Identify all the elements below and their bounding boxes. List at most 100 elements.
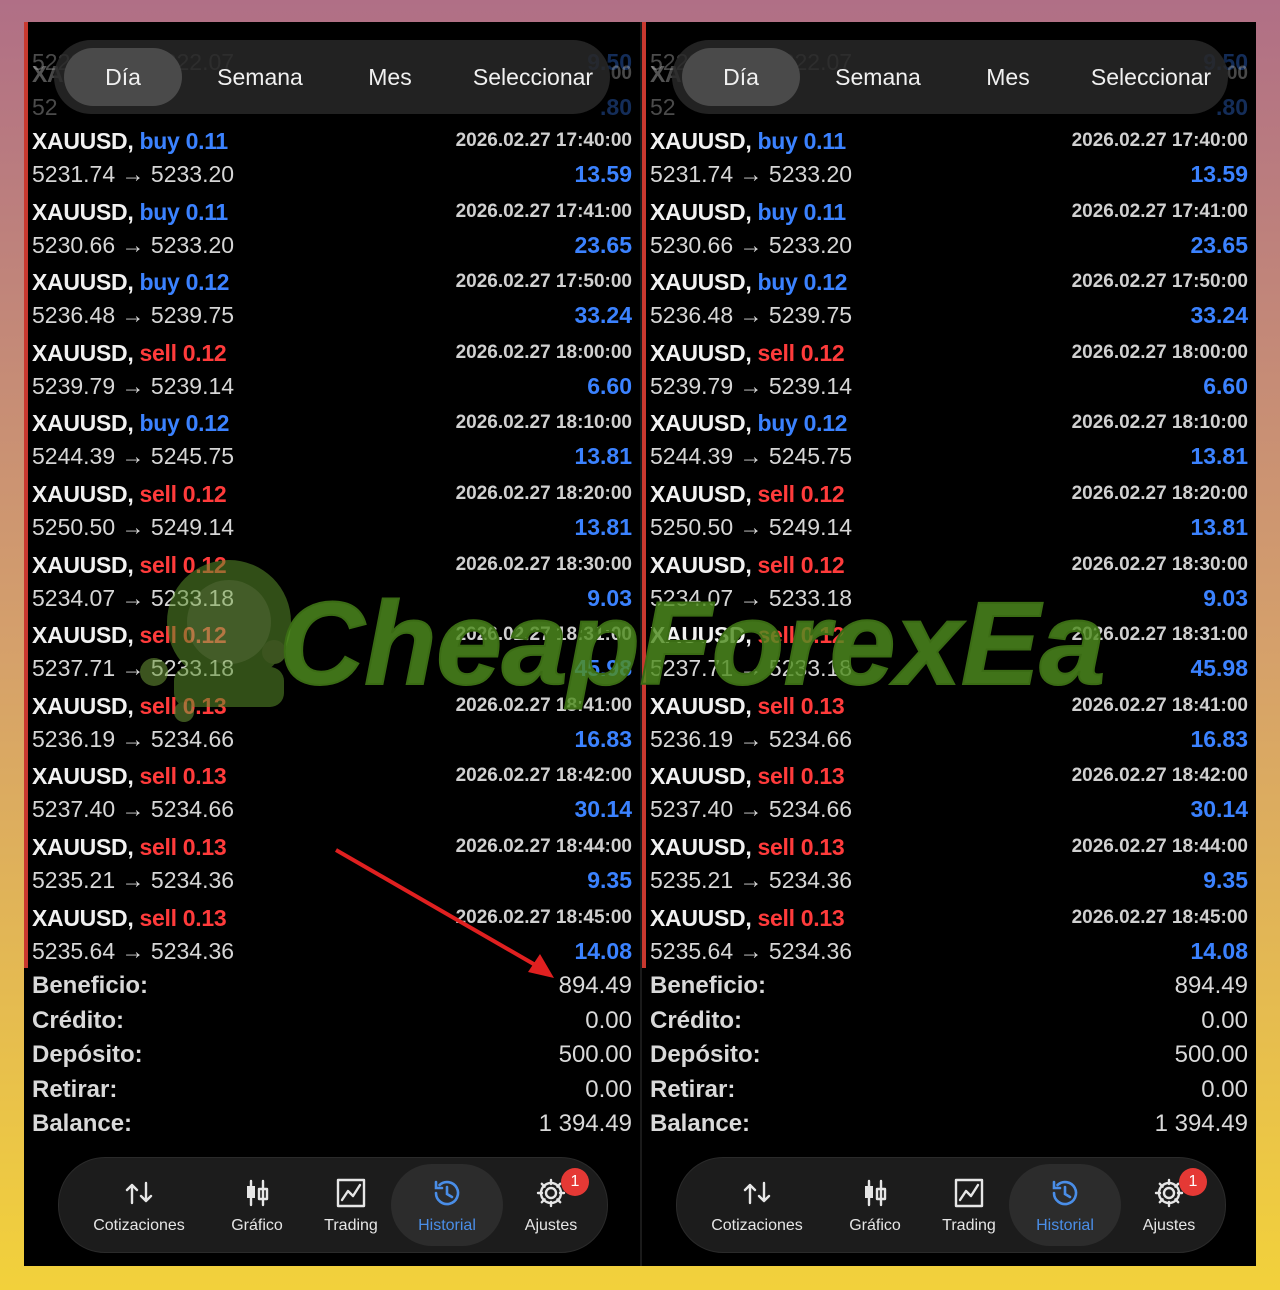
trade-symbol: XAUUSD, buy 0.11 xyxy=(650,198,846,225)
tab-mes[interactable]: Mes xyxy=(968,48,1048,106)
nav-gráfico[interactable]: Gráfico xyxy=(209,1164,305,1246)
trading-line-chart-icon xyxy=(334,1176,368,1210)
trade-profit: 9.03 xyxy=(587,584,632,611)
quotes-arrows-icon xyxy=(122,1176,156,1210)
trade-prices: 5244.39 → 5245.75 xyxy=(650,443,853,470)
tab-mes[interactable]: Mes xyxy=(350,48,430,106)
trade-prices: 5239.79 → 5239.14 xyxy=(650,372,853,399)
trade-profit: 9.35 xyxy=(1203,867,1248,893)
nav-trading[interactable]: Trading xyxy=(925,1164,1013,1246)
trade-time: 00 xyxy=(1226,63,1248,84)
trade-row[interactable]: XAUUSD, buy 0.11 2026.02.27 17:41:00 523… xyxy=(642,195,1256,265)
trade-prices: 5250.50 → 5249.14 xyxy=(650,514,853,540)
nav-ajustes[interactable]: Ajustes 1 xyxy=(1123,1164,1215,1246)
trade-row[interactable]: XAUUSD, sell 0.13 2026.02.27 18:41:00 52… xyxy=(24,689,640,759)
trade-side: sell xyxy=(757,692,795,719)
trade-time: 2026.02.27 18:42:00 xyxy=(455,765,632,787)
trade-profit: 16.83 xyxy=(1190,725,1248,752)
trading-line-chart-icon xyxy=(952,1176,986,1210)
nav-cotizaciones[interactable]: Cotizaciones xyxy=(697,1164,817,1246)
summary-label: Beneficio: xyxy=(32,972,149,999)
summary-row: Depósito: 500.00 xyxy=(642,1041,1256,1075)
nav-gráfico[interactable]: Gráfico xyxy=(827,1164,923,1246)
trade-time: 2026.02.27 18:41:00 xyxy=(1071,694,1248,716)
summary-label: Balance: xyxy=(650,1110,751,1138)
trade-profit: 45.98 xyxy=(574,655,632,682)
trade-volume: 0.13 xyxy=(182,904,227,931)
trade-prices: 5237.40 → 5234.66 xyxy=(650,796,853,823)
trade-volume: 0.12 xyxy=(182,339,227,366)
trade-row[interactable]: XAUUSD, sell 0.12 2026.02.27 18:20:00 52… xyxy=(642,477,1256,547)
trade-volume: 0.13 xyxy=(182,763,227,790)
trade-prices: 5234.07 → 5233.18 xyxy=(650,584,853,611)
notification-badge: 1 xyxy=(561,1168,589,1196)
summary-value: 894.49 xyxy=(558,972,632,999)
trade-prices: 52 xyxy=(650,94,676,120)
trade-volume: 0.13 xyxy=(182,834,227,860)
tab-seleccionar[interactable]: Seleccionar xyxy=(460,48,606,106)
summary-value: 500.00 xyxy=(558,1041,632,1069)
nav-cotizaciones[interactable]: Cotizaciones xyxy=(79,1164,199,1246)
trade-prices: 5250.50 → 5249.14 xyxy=(32,514,235,540)
trade-row[interactable]: XAUUSD, sell 0.12 2026.02.27 18:31:00 52… xyxy=(24,618,640,688)
summary-value: 894.49 xyxy=(1174,972,1248,999)
trade-profit: 30.14 xyxy=(574,796,632,823)
tab-seleccionar[interactable]: Seleccionar xyxy=(1078,48,1224,106)
nav-ajustes[interactable]: Ajustes 1 xyxy=(505,1164,597,1246)
trade-symbol: XAUUSD, sell 0.13 xyxy=(650,692,845,719)
trade-row[interactable]: XAUUSD, sell 0.13 2026.02.27 18:44:00 52… xyxy=(642,830,1256,900)
trade-row[interactable]: XAUUSD, sell 0.13 2026.02.27 18:45:00 52… xyxy=(24,901,640,971)
trade-row[interactable]: XAUUSD, buy 0.12 2026.02.27 18:10:00 524… xyxy=(642,406,1256,476)
trade-symbol: XAUUSD, buy 0.12 xyxy=(650,410,848,437)
trade-prices: 5235.21 → 5234.36 xyxy=(32,867,235,893)
trade-row[interactable]: XAUUSD, sell 0.12 2026.02.27 18:20:00 52… xyxy=(24,477,640,547)
trade-row[interactable]: XAUUSD, buy 0.11 2026.02.27 17:40:00 523… xyxy=(642,124,1256,194)
summary-row: Retirar: 0.00 xyxy=(24,1076,640,1110)
tab-semana[interactable]: Semana xyxy=(196,48,324,106)
nav-trading[interactable]: Trading xyxy=(307,1164,395,1246)
trade-row[interactable]: XAUUSD, sell 0.12 2026.02.27 18:30:00 52… xyxy=(642,548,1256,618)
summary-row: Beneficio: 894.49 xyxy=(24,972,640,1006)
trade-row[interactable]: XAUUSD, sell 0.13 2026.02.27 18:44:00 52… xyxy=(24,830,640,900)
trade-time: 2026.02.27 17:40:00 xyxy=(455,130,632,151)
trade-volume: 0.12 xyxy=(800,339,845,366)
trade-prices: 5235.64 → 5234.36 xyxy=(32,937,235,964)
tab-día[interactable]: Día xyxy=(64,48,182,106)
trade-symbol: XAUUSD, sell 0.13 xyxy=(650,904,845,931)
trade-row[interactable]: XAUUSD, buy 0.12 2026.02.27 17:50:00 523… xyxy=(24,265,640,335)
summary-label: Crédito: xyxy=(32,1006,124,1034)
trade-side: buy xyxy=(139,198,180,225)
trade-prices: 5244.39 → 5245.75 xyxy=(32,443,235,470)
trade-row[interactable]: XAUUSD, sell 0.12 2026.02.27 18:31:00 52… xyxy=(642,618,1256,688)
trade-row[interactable]: XAUUSD, buy 0.12 2026.02.27 18:10:00 524… xyxy=(24,406,640,476)
summary-value: 0.00 xyxy=(585,1006,632,1034)
trade-prices: 5239.79 → 5239.14 xyxy=(32,372,235,399)
trade-profit: 23.65 xyxy=(1190,231,1248,258)
trade-profit: 13.81 xyxy=(1190,443,1248,470)
period-tabs: Día Semana Mes Seleccionar xyxy=(54,40,610,114)
tab-día[interactable]: Día xyxy=(682,48,800,106)
trade-row[interactable]: XAUUSD, sell 0.13 2026.02.27 18:42:00 52… xyxy=(24,759,640,829)
trade-time: 2026.02.27 17:40:00 xyxy=(1071,130,1248,151)
nav-historial[interactable]: Historial xyxy=(1009,1164,1121,1246)
trade-profit: 6.60 xyxy=(587,372,632,399)
trade-row[interactable]: XAUUSD, sell 0.12 2026.02.27 18:00:00 52… xyxy=(24,336,640,406)
trade-row[interactable]: XAUUSD, buy 0.12 2026.02.27 17:50:00 523… xyxy=(642,265,1256,335)
trade-prices: 5235.21 → 5234.36 xyxy=(650,867,853,893)
trade-volume: 0.12 xyxy=(800,622,845,649)
nav-historial[interactable]: Historial xyxy=(391,1164,503,1246)
trade-row[interactable]: XAUUSD, sell 0.13 2026.02.27 18:45:00 52… xyxy=(642,901,1256,971)
trade-row[interactable]: XAUUSD, sell 0.13 2026.02.27 18:42:00 52… xyxy=(642,759,1256,829)
trade-row[interactable]: XAUUSD, sell 0.12 2026.02.27 18:00:00 52… xyxy=(642,336,1256,406)
period-tabs: Día Semana Mes Seleccionar xyxy=(672,40,1228,114)
trade-row[interactable]: XAUUSD, sell 0.12 2026.02.27 18:30:00 52… xyxy=(24,548,640,618)
tab-semana[interactable]: Semana xyxy=(814,48,942,106)
trade-time: 2026.02.27 18:20:00 xyxy=(455,483,632,504)
summary-label: Crédito: xyxy=(650,1006,742,1034)
trade-row[interactable]: XAUUSD, sell 0.13 2026.02.27 18:41:00 52… xyxy=(642,689,1256,759)
trade-row[interactable]: XAUUSD, buy 0.11 2026.02.27 17:40:00 523… xyxy=(24,124,640,194)
trade-prices: 5230.66 → 5233.20 xyxy=(650,231,853,258)
trade-profit: 16.83 xyxy=(574,725,632,752)
summary-label: Balance: xyxy=(32,1110,133,1138)
trade-row[interactable]: XAUUSD, buy 0.11 2026.02.27 17:41:00 523… xyxy=(24,195,640,265)
